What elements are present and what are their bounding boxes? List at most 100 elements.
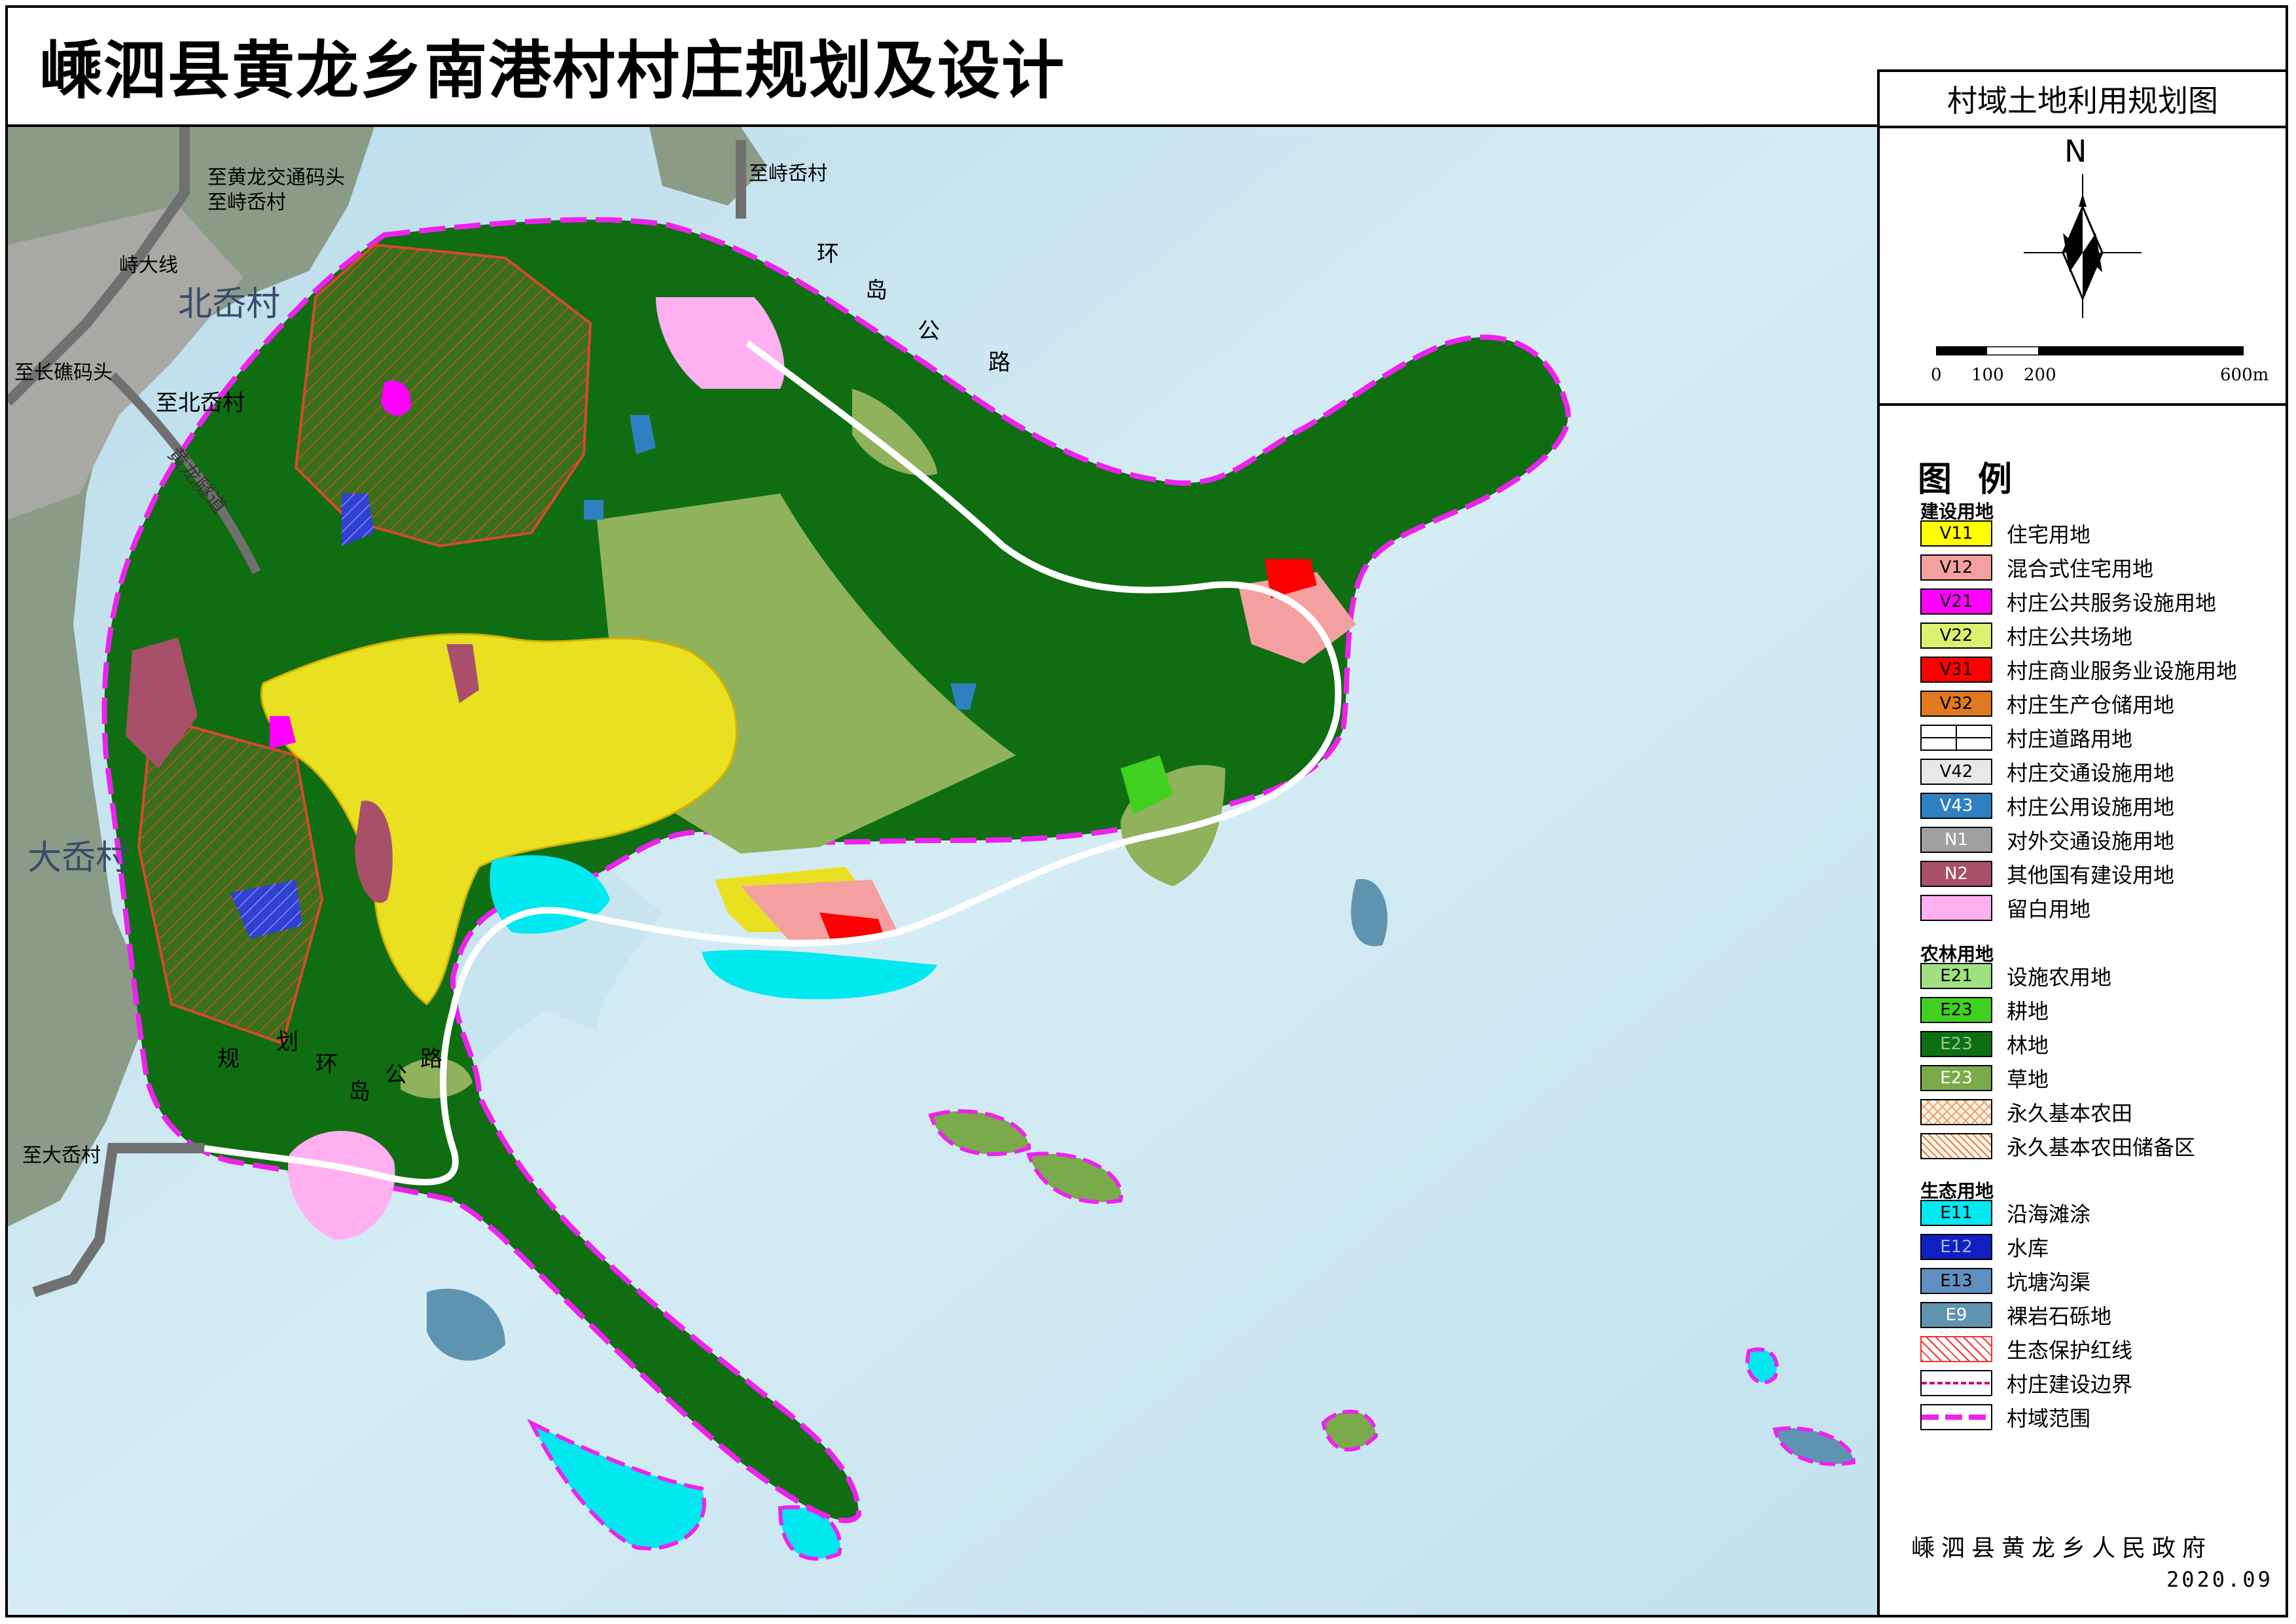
map-label-beiao: 北岙村 [178,285,281,324]
legend-swatch: V12 [1920,554,1992,581]
legend-swatch-road [1920,725,1992,751]
side-panel: 村域土地利用规划图 N 0 100 200 600m 图例 建设用地 V11 住宅… [1877,69,2286,1615]
legend-label: 设施农用地 [2007,965,2112,990]
legend-label: 裸岩石砾地 [2007,1304,2112,1329]
islet-rock-1 [1746,1347,1779,1384]
utility-2 [584,500,603,520]
legend-item-n2: N2 其他国有建设用地 [1920,860,2174,888]
scale-label-200: 200 [2024,365,2056,385]
map-label-to-shibenao: 至峙岙村 [207,191,286,214]
map-label-ring-ne-1: 环 [817,241,839,267]
legend-label: 混合式住宅用地 [2007,556,2154,581]
legend-item-build-boundary: 村庄建设边界 [1920,1369,2132,1397]
legend-swatch: E9 [1920,1302,1992,1328]
legend-swatch: N2 [1920,861,1992,887]
legend-label: 林地 [2007,1033,2049,1058]
legend-label: 永久基本农田储备区 [2007,1135,2196,1160]
legend-swatch-build-boundary [1920,1370,1992,1396]
north-and-scale: N 0 100 200 600m [1880,128,2286,406]
legend-item-v11: V11 住宅用地 [1920,520,2090,547]
legend-item-n1: N1 对外交通设施用地 [1920,826,2174,854]
legend-item-v42: V42 村庄交通设施用地 [1920,758,2174,785]
issue-date: 2020.09 [2166,1567,2273,1592]
legend-label: 村庄道路用地 [2007,727,2133,751]
scale-bar [1936,346,2244,355]
islet-grass-3 [1321,1409,1378,1452]
legend-swatch: E11 [1920,1200,1992,1226]
legend-item-eco-redline: 生态保护红线 [1920,1335,2132,1363]
north-label: N [2064,134,2087,169]
legend-swatch-reserved [1920,895,1992,921]
legend-label: 坑塘沟渠 [2007,1270,2091,1295]
legend-item-road: 村庄道路用地 [1920,724,2132,751]
scale-label-600: 600m [2220,365,2269,385]
legend-item-e13: E13 坑塘沟渠 [1920,1267,2090,1295]
legend-item-v32: V32 村庄生产仓储用地 [1920,690,2174,717]
legend-label: 草地 [2007,1067,2049,1092]
land-use-map[interactable] [8,127,1877,1615]
legend-swatch: E21 [1920,963,1992,989]
legend-item-village-scope: 村域范围 [1920,1403,2090,1431]
legend-swatch-redline [1920,1336,1992,1362]
legend-item-e9: E9 裸岩石砾地 [1920,1301,2111,1329]
legend-item-e21: E21 设施农用地 [1920,962,2111,990]
legend-item-v31: V31 村庄商业服务业设施用地 [1920,656,2237,683]
legend-swatch: V32 [1920,691,1992,717]
legend-item-e11: E11 沿海滩涂 [1920,1199,2090,1227]
legend-swatch: V21 [1920,588,1992,615]
legend-swatch: E23 [1920,1031,1992,1057]
map-label-ring-ne-3: 公 [918,318,940,344]
legend-swatch: V31 [1920,657,1992,683]
legend-label: 留白用地 [2007,897,2091,922]
map-label-to-daao: 至大岙村 [22,1144,101,1167]
legend-label: 村庄建设边界 [2007,1372,2133,1397]
legend-label: 沿海滩涂 [2007,1202,2091,1227]
scale-label-0: 0 [1931,365,1942,385]
legend-swatch-crosshatch [1920,1099,1992,1125]
legend-item-v22: V22 村庄公共场地 [1920,622,2132,649]
legend-label: 村域范围 [2007,1406,2091,1431]
map-label-to-changqiao: 至长礁码头 [14,361,113,384]
legend-heading: 图例 [1918,460,2039,499]
legend-label: 耕地 [2007,999,2049,1024]
map-label-to-beiao: 至北岙村 [156,390,245,416]
legend-item-v21: V21 村庄公共服务设施用地 [1920,588,2216,615]
legend-item-forest: E23 林地 [1920,1030,2049,1058]
map-label-ring-sw-6: 路 [420,1046,442,1072]
legend-item-grass: E23 草地 [1920,1064,2049,1092]
map-label-daao: 大岙村 [27,839,130,878]
map-area[interactable]: 至黄龙交通码头 至峙岙村 至峙岙村 峙大线 北岙村 至长礁码头 至北岙村 黄龙隧… [8,127,1877,1615]
map-label-ring-sw-5: 公 [385,1062,407,1088]
issuing-authority: 嵊泗县黄龙乡人民政府 [1911,1535,2213,1562]
legend-swatch: E23 [1920,997,1992,1023]
map-label-ring-sw-4: 岛 [348,1079,370,1105]
legend-item-e12: E12 水库 [1920,1233,2049,1261]
farmland-reserve-north [294,243,592,548]
legend-item-v43: V43 村庄公用设施用地 [1920,792,2174,820]
legend-swatch: V22 [1920,623,1992,649]
legend-label: 水库 [2007,1236,2049,1261]
legend-swatch-village-scope [1920,1404,1992,1430]
scale-label-100: 100 [1971,365,2004,385]
legend-swatch: V42 [1920,759,1992,785]
legend-label: 其他国有建设用地 [2007,863,2175,888]
map-title: 嵊泗县黄龙乡南港村村庄规划及设计 [39,34,1066,107]
legend-swatch: V43 [1920,793,1992,819]
legend-item-cultivated: E23 耕地 [1920,996,2049,1024]
legend-label: 村庄公共服务设施用地 [2007,590,2217,615]
legend-item-v12: V12 混合式住宅用地 [1920,554,2153,581]
legend-swatch: N1 [1920,827,1992,853]
legend-swatch: E12 [1920,1234,1992,1260]
legend-swatch: E23 [1920,1065,1992,1091]
legend-label: 永久基本农田 [2007,1101,2133,1126]
legend-item-farmland-reserve: 永久基本农田储备区 [1920,1132,2195,1160]
map-label-shida-line: 峙大线 [119,254,178,277]
map-label-ring-sw-3: 环 [315,1051,338,1077]
map-label-to-shibenao-ne: 至峙岙村 [749,162,827,185]
map-label-ring-sw-1: 规 [217,1046,240,1072]
compass-rose-icon [2024,174,2142,318]
legend-swatch: V11 [1920,520,1992,547]
legend-label: 村庄公共场地 [2007,624,2133,649]
legend-label: 村庄商业服务业设施用地 [2007,659,2238,683]
legend-label: 村庄交通设施用地 [2007,761,2175,785]
